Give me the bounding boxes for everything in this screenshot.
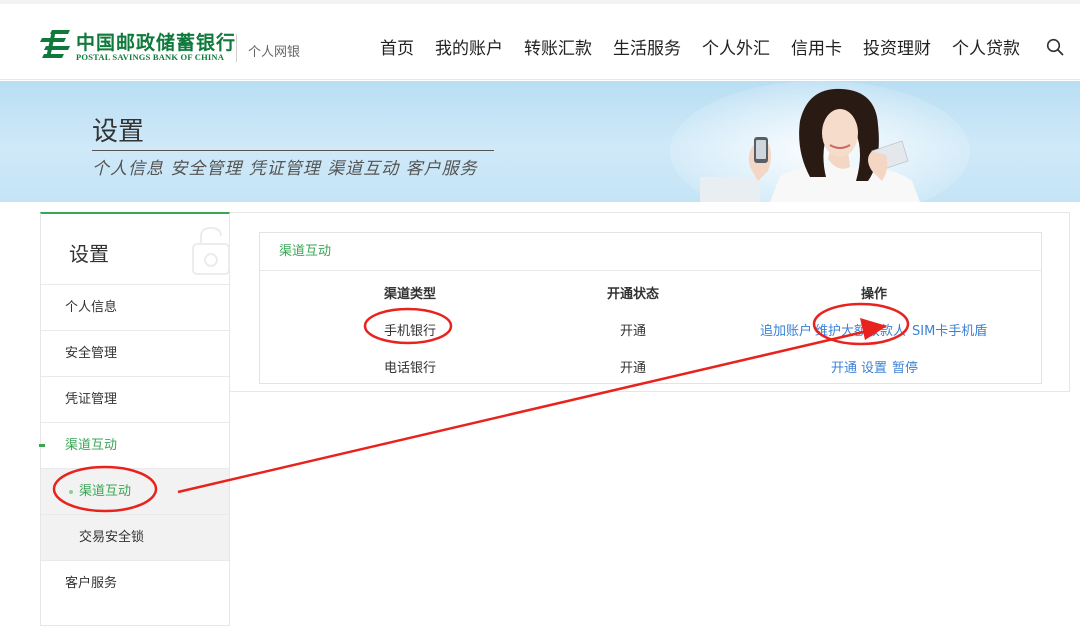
page-banner: 设置 个人信息 安全管理 凭证管理 渠道互动 客户服务: [0, 81, 1080, 202]
nav-my-account[interactable]: 我的账户: [435, 34, 503, 60]
enable-link[interactable]: 开通: [831, 357, 857, 376]
bank-logo-icon[interactable]: [40, 28, 74, 60]
banner-title: 设置: [92, 117, 145, 147]
column-header-status: 开通状态: [607, 287, 660, 302]
nav-life-services[interactable]: 生活服务: [613, 34, 681, 60]
sidebar-item-channel-interaction[interactable]: 渠道互动: [39, 422, 229, 468]
sidebar-item-certificates[interactable]: 凭证管理: [41, 376, 229, 422]
sim-card-shield-link[interactable]: SIM卡手机盾: [912, 320, 987, 339]
active-indicator: [39, 444, 45, 447]
row-phone-banking-status: 开通: [620, 361, 647, 376]
sidebar-item-label: 渠道互动: [79, 484, 132, 499]
row-mobile-banking-status: 开通: [620, 324, 647, 339]
settings-sidebar: 设置 个人信息 安全管理 凭证管理 渠道互动 渠道互动 交易安全锁 客户服务: [39, 212, 230, 626]
main-nav: 首页 我的账户 转账汇款 生活服务 个人外汇 信用卡 投资理财 个人贷款: [380, 34, 1041, 60]
add-account-link[interactable]: 追加账户: [760, 320, 812, 339]
column-header-actions: 操作: [861, 287, 888, 302]
bank-name-en: POSTAL SAVINGS BANK OF CHINA: [76, 52, 225, 62]
nav-home[interactable]: 首页: [380, 34, 414, 60]
bullet-dot-icon: [69, 490, 73, 494]
sidebar-subitem-transaction-lock[interactable]: 交易安全锁: [41, 514, 229, 560]
sidebar-subitem-channel-interaction[interactable]: 渠道互动: [41, 468, 229, 514]
settings-link[interactable]: 设置: [861, 357, 887, 376]
card-title: 渠道互动: [260, 233, 1041, 271]
site-header: 中国邮政储蓄银行 POSTAL SAVINGS BANK OF CHINA 个人…: [0, 4, 1080, 80]
channel-interaction-card: 渠道互动 渠道类型 开通状态 操作 手机银行 开通 追加账户 维护大额收款人 S…: [259, 232, 1042, 384]
row-mobile-banking-type: 手机银行: [384, 324, 437, 339]
banner-subtitle: 个人信息 安全管理 凭证管理 渠道互动 客户服务: [92, 159, 478, 179]
pause-link[interactable]: 暂停: [892, 357, 918, 376]
row-phone-banking-type: 电话银行: [384, 361, 437, 376]
sidebar-item-customer-service[interactable]: 客户服务: [41, 560, 229, 606]
nav-transfer[interactable]: 转账汇款: [524, 34, 592, 60]
nav-investment[interactable]: 投资理财: [863, 34, 931, 60]
column-header-channel-type: 渠道类型: [384, 287, 437, 302]
banner-woman-phone-image: [670, 81, 970, 202]
sidebar-item-personal-info[interactable]: 个人信息: [41, 284, 229, 330]
nav-loans[interactable]: 个人贷款: [952, 34, 1020, 60]
bank-name-cn: 中国邮政储蓄银行: [76, 32, 237, 54]
nav-credit-card[interactable]: 信用卡: [791, 34, 842, 60]
logo-divider: [236, 34, 237, 62]
sidebar-item-security[interactable]: 安全管理: [41, 330, 229, 376]
search-icon[interactable]: [1046, 38, 1064, 56]
lock-decoration-icon: [192, 226, 230, 275]
nav-forex[interactable]: 个人外汇: [702, 34, 770, 60]
site-name: 个人网银: [248, 45, 301, 60]
sidebar-title: 设置: [69, 242, 109, 266]
maintain-large-payee-link[interactable]: 维护大额收款人: [815, 320, 906, 339]
banner-divider: [92, 150, 494, 151]
sidebar-item-label: 渠道互动: [65, 438, 118, 453]
